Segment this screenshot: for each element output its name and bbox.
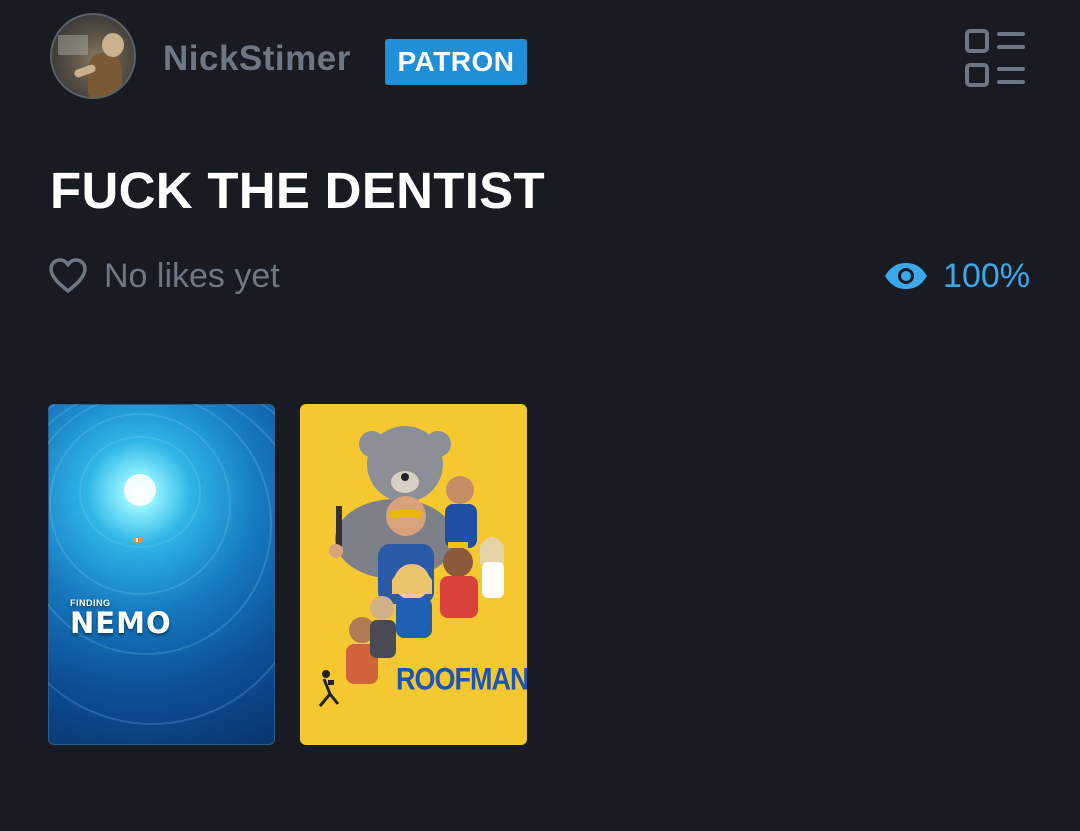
nemo-logo: FINDING NEMO [70,598,172,638]
eye-icon [885,263,928,289]
list-view-icon[interactable] [963,27,1029,91]
poster-finding-nemo[interactable]: FINDING NEMO [48,404,275,745]
nemo-logo-big: NEMO [70,606,172,640]
poster-roofman[interactable]: ROOFMAN [300,404,527,745]
roofman-logo: ROOFMAN [396,662,527,697]
avatar-background [58,35,88,55]
post-title: FUCK THE DENTIST [50,162,545,219]
watched-indicator: 100% [883,255,1030,297]
username-link[interactable]: NickStimer [163,36,351,82]
avatar[interactable] [50,13,136,99]
avatar-figure-head [102,33,124,57]
watched-percent: 100% [943,257,1030,295]
likes-label: No likes yet [104,257,280,295]
patron-badge: PATRON [385,39,527,85]
nemo-fish-swirl [48,404,275,725]
avatar-figure [88,53,122,97]
like-button[interactable]: No likes yet [48,255,280,297]
heart-icon [49,258,87,293]
